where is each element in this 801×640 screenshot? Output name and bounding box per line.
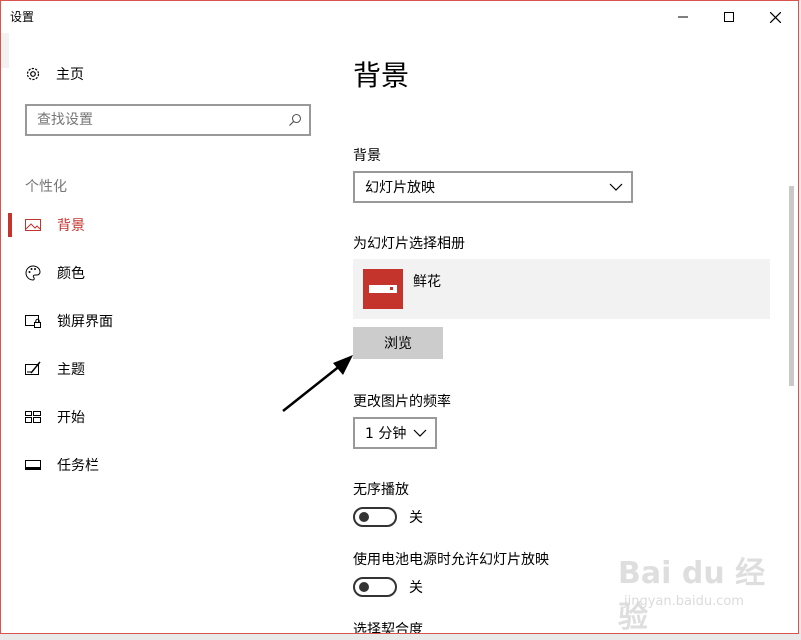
background-type-value: 幻灯片放映	[365, 180, 435, 196]
background-type-dropdown[interactable]: 幻灯片放映	[353, 171, 633, 203]
picture-icon	[25, 219, 41, 231]
theme-icon	[25, 361, 41, 375]
gear-icon	[26, 67, 40, 81]
battery-toggle-row: 关	[353, 577, 423, 597]
page-title: 背景	[353, 59, 410, 92]
album-label: 为幻灯片选择相册	[353, 236, 465, 252]
chevron-down-icon	[609, 183, 623, 191]
album-item[interactable]: 鲜花	[353, 259, 770, 319]
frequency-label: 更改图片的频率	[353, 394, 451, 410]
close-button[interactable]	[752, 1, 798, 33]
search-icon[interactable]	[281, 113, 309, 127]
shuffle-toggle[interactable]	[353, 507, 397, 527]
sidebar-item-background[interactable]: 背景	[1, 201, 331, 249]
folder-icon	[363, 269, 403, 309]
title-bar[interactable]: 设置	[1, 1, 798, 33]
sidebar-nav: 背景 颜色 锁屏界面 主题 开始 任务栏	[1, 201, 331, 489]
search-input[interactable]	[27, 107, 281, 133]
sidebar-item-label: 主题	[57, 362, 85, 378]
maximize-button[interactable]	[706, 1, 752, 33]
palette-icon	[25, 265, 41, 281]
frequency-dropdown[interactable]: 1 分钟	[353, 417, 437, 449]
settings-window: 设置 主页 个性化 背	[0, 0, 799, 634]
taskbar-icon	[25, 460, 41, 470]
sidebar-item-label: 开始	[57, 410, 85, 426]
annotation-arrow-icon	[282, 355, 353, 412]
album-name: 鲜花	[413, 274, 441, 290]
fit-label: 选择契合度	[353, 622, 423, 634]
window-title: 设置	[10, 10, 35, 24]
main-content: 背景 背景 幻灯片放映 为幻灯片选择相册 鲜花 浏览 更改图片的频率 1 分钟 …	[353, 33, 783, 633]
shuffle-label: 无序播放	[353, 482, 409, 498]
sidebar-item-label: 任务栏	[57, 458, 99, 474]
lock-screen-icon	[25, 315, 41, 328]
sidebar: 主页 个性化 背景 颜色 锁屏界面 主题	[1, 33, 331, 633]
sidebar-item-taskbar[interactable]: 任务栏	[1, 441, 331, 489]
home-label: 主页	[56, 67, 84, 83]
sidebar-item-lock-screen[interactable]: 锁屏界面	[1, 297, 331, 345]
section-label-personalization: 个性化	[25, 179, 67, 195]
minimize-button[interactable]	[660, 1, 706, 33]
scrollbar-thumb[interactable]	[789, 186, 794, 386]
maximize-icon	[724, 12, 734, 22]
chevron-down-icon	[413, 429, 427, 437]
sidebar-item-label: 背景	[57, 218, 85, 234]
search-box[interactable]	[25, 104, 311, 136]
sidebar-item-colors[interactable]: 颜色	[1, 249, 331, 297]
frequency-value: 1 分钟	[365, 426, 407, 442]
home-nav-item[interactable]: 主页	[25, 63, 84, 85]
start-menu-icon	[25, 411, 41, 423]
battery-slideshow-state: 关	[409, 580, 423, 596]
battery-slideshow-toggle[interactable]	[353, 577, 397, 597]
watermark-url: jingyan.baidu.com	[624, 594, 744, 609]
background-label: 背景	[353, 148, 381, 164]
watermark: Bai du 经验 jingyan.baidu.com	[610, 548, 790, 635]
watermark-brand: Bai du 经验	[618, 556, 766, 635]
browse-button[interactable]: 浏览	[353, 327, 443, 359]
shuffle-state: 关	[409, 510, 423, 526]
close-icon	[769, 11, 781, 23]
sidebar-item-label: 锁屏界面	[57, 314, 113, 330]
shuffle-toggle-row: 关	[353, 507, 423, 527]
battery-slideshow-label: 使用电池电源时允许幻灯片放映	[353, 552, 549, 568]
minimize-icon	[678, 16, 688, 18]
sidebar-item-label: 颜色	[57, 266, 85, 282]
